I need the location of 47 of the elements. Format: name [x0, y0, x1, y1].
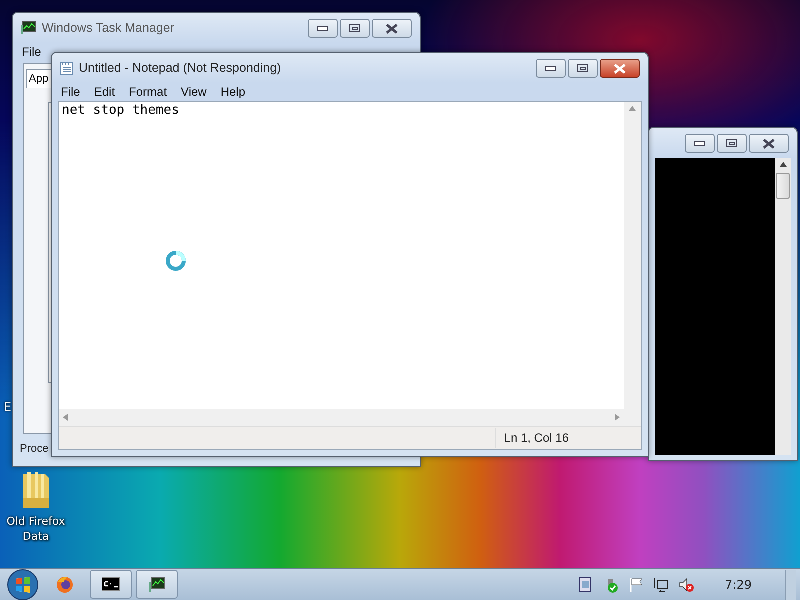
close-button[interactable] — [372, 19, 412, 38]
start-button[interactable] — [7, 568, 39, 600]
minimize-button[interactable] — [536, 59, 566, 78]
minimize-icon — [545, 66, 557, 72]
clock[interactable]: 7:29 — [725, 578, 752, 592]
maximize-button[interactable] — [340, 19, 370, 38]
close-button[interactable] — [600, 59, 640, 78]
status-text: Proce — [20, 443, 49, 455]
maximize-icon — [577, 64, 589, 73]
document-icon[interactable] — [578, 576, 594, 592]
menu-item[interactable]: Edit — [93, 85, 116, 99]
window-title: Windows Task Manager — [42, 21, 176, 35]
window-title: Untitled - Notepad (Not Responding) — [79, 61, 282, 75]
minimize-button[interactable] — [308, 19, 338, 38]
maximize-icon — [726, 139, 738, 148]
menu-item[interactable]: View — [180, 85, 208, 99]
minimize-icon — [317, 26, 329, 32]
menu-item[interactable]: File — [60, 85, 82, 99]
icon-label: E — [4, 400, 12, 414]
close-icon — [613, 64, 627, 74]
close-icon — [762, 138, 776, 148]
editor-text: net stop themes — [62, 103, 180, 118]
monitor-icon — [21, 21, 37, 35]
minimize-button[interactable] — [685, 134, 715, 153]
maximize-button[interactable] — [717, 134, 747, 153]
maximize-button[interactable] — [568, 59, 598, 78]
taskbar-button[interactable] — [136, 570, 178, 599]
console-icon — [102, 576, 120, 594]
speaker-muted-icon[interactable] — [678, 576, 694, 592]
icon-label: Old Firefox Data — [6, 514, 66, 544]
menu-item[interactable]: File — [21, 45, 42, 59]
firefox-icon — [56, 576, 74, 594]
menu-item[interactable]: Format — [128, 85, 168, 99]
status-text: Ln 1, Col 16 — [495, 428, 631, 448]
close-button[interactable] — [749, 134, 789, 153]
minimize-icon — [694, 140, 706, 146]
flag-icon[interactable] — [628, 576, 644, 592]
network-icon[interactable] — [653, 576, 670, 592]
menu-item[interactable]: Help — [220, 85, 247, 99]
scroll-up-icon[interactable] — [780, 162, 786, 167]
taskbar-button[interactable] — [90, 570, 132, 599]
tab[interactable]: App — [26, 69, 52, 88]
scroll-thumb[interactable] — [776, 173, 790, 199]
notepad-icon — [60, 60, 74, 76]
close-icon — [385, 24, 399, 34]
maximize-icon — [349, 24, 361, 33]
monitor-icon — [148, 576, 166, 594]
